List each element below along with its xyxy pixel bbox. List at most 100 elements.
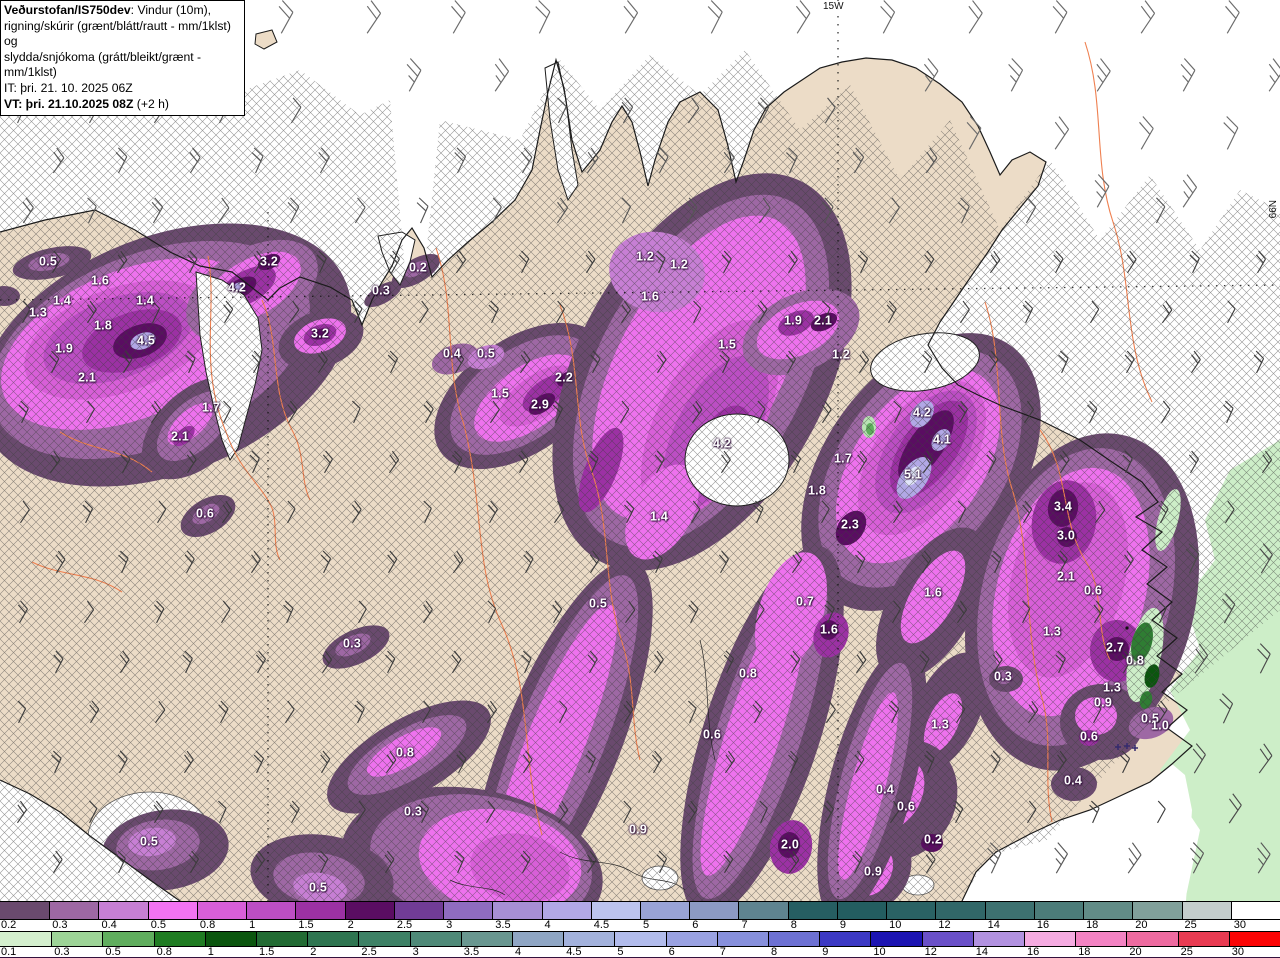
colorbar-tick-label: 30 bbox=[1233, 919, 1247, 931]
precip-value-label: 0.3 bbox=[404, 804, 422, 819]
precip-value-label: 1.3 bbox=[931, 717, 949, 732]
colorbar-tick-label: 18 bbox=[1078, 946, 1091, 958]
precip-value-label: 2.3 bbox=[841, 517, 859, 532]
legend-box: Veðurstofan/IS750dev: Vindur (10m), rign… bbox=[0, 0, 245, 117]
colorbar-segment bbox=[102, 932, 154, 946]
colorbar-segment bbox=[344, 902, 394, 919]
colorbar-segment bbox=[393, 902, 444, 919]
colorbar-tick-label: 0.5 bbox=[150, 919, 166, 931]
precip-value-label: 0.8 bbox=[739, 666, 757, 681]
precip-value-label: 2.2 bbox=[555, 370, 573, 385]
map-area: 0.5 1.6 1.4 1.3 1.4 1.8 1.9 4.5 2.1 4.2 3.2 3.2 1.7 2… bbox=[0, 0, 1280, 901]
precip-value-label: 1.7 bbox=[834, 451, 852, 466]
precip-value-label: 1.6 bbox=[91, 273, 109, 288]
colorbar-segment bbox=[1126, 932, 1178, 946]
legend-line-2: rigning/skúrir (grænt/blátt/rautt - mm/1… bbox=[4, 18, 231, 49]
rain-colorbar bbox=[0, 931, 1280, 946]
colorbar-tick-label: 0.3 bbox=[54, 946, 70, 958]
colorbar-legend: 0.2 0.3 0.4 0.5 0.8 1 1.5 2 2.5 3 3.5 4 4.5 5 6 7 8 9 10 12… bbox=[0, 901, 1280, 958]
colorbar-tick-label: 1.5 bbox=[259, 946, 275, 958]
colorbar-tick-label: 5 bbox=[617, 946, 624, 958]
colorbar-segment bbox=[738, 902, 788, 919]
sleet-snow-colorbar-labels: 0.2 0.3 0.4 0.5 0.8 1 1.5 2 2.5 3 3.5 4 4.5 5 6 7 8 9 10 12… bbox=[0, 919, 1280, 931]
colorbar-tick-label: 12 bbox=[938, 919, 951, 931]
colorbar-tick-label: 3.5 bbox=[463, 946, 480, 958]
precip-value-label: 5.1 bbox=[904, 467, 922, 482]
colorbar-segment bbox=[819, 932, 871, 946]
colorbar-segment bbox=[512, 932, 564, 946]
colorbar-segment bbox=[768, 932, 820, 946]
precip-value-label: 0.5 bbox=[140, 834, 158, 849]
precip-value-label: 1.9 bbox=[55, 341, 73, 356]
colorbar-tick-label: 0.8 bbox=[156, 946, 172, 958]
colorbar-segment bbox=[1075, 932, 1127, 946]
colorbar-tick-label: 0.8 bbox=[199, 919, 216, 931]
colorbar-tick-label: 8 bbox=[790, 919, 797, 931]
precip-value-label: 3.4 bbox=[1054, 499, 1072, 514]
precip-value-label: 1.5 bbox=[491, 386, 509, 401]
precip-value-label: 0.3 bbox=[372, 283, 390, 298]
precip-value-label: 1.8 bbox=[808, 483, 826, 498]
colorbar-segment bbox=[49, 902, 99, 919]
colorbar-segment bbox=[665, 932, 717, 946]
colorbar-segment bbox=[787, 902, 837, 919]
precip-value-label: 1.4 bbox=[650, 509, 668, 524]
precip-value-label: 3.2 bbox=[311, 326, 329, 341]
colorbar-segment bbox=[1230, 902, 1280, 919]
colorbar-tick-label: 12 bbox=[924, 946, 937, 958]
precip-value-label: 1.0 bbox=[1151, 718, 1169, 733]
precip-value-label: 0.4 bbox=[876, 782, 894, 797]
precip-value-label: 3.0 bbox=[1057, 528, 1075, 543]
colorbar-segment bbox=[358, 932, 410, 946]
precip-value-label: 0.3 bbox=[994, 669, 1012, 684]
precip-value-label: 1.5 bbox=[718, 337, 736, 352]
valid-time: VT: þri. 21.10.2025 08Z (+2 h) bbox=[4, 96, 169, 111]
colorbar-segment bbox=[0, 932, 52, 946]
colorbar-tick-label: 8 bbox=[771, 946, 778, 958]
precip-value-label: 0.2 bbox=[409, 260, 427, 275]
colorbar-tick-label: 0.5 bbox=[105, 946, 121, 958]
colorbar-segment bbox=[1083, 902, 1133, 919]
precip-value-label: 4.5 bbox=[137, 333, 155, 348]
colorbar-segment bbox=[935, 902, 985, 919]
colorbar-segment bbox=[492, 902, 542, 919]
colorbar-tick-label: 20 bbox=[1135, 919, 1148, 931]
precip-value-label: 2.9 bbox=[531, 397, 549, 412]
colorbar-tick-label: 2.5 bbox=[396, 919, 413, 931]
colorbar-segment bbox=[196, 902, 247, 919]
colorbar-segment bbox=[921, 932, 973, 946]
colorbar-tick-label: 2 bbox=[310, 946, 317, 958]
colorbar-tick-label: 30 bbox=[1231, 946, 1245, 958]
colorbar-segment bbox=[409, 932, 461, 946]
precip-value-label: 2.1 bbox=[814, 313, 832, 328]
meridian-label: 15W bbox=[822, 1, 845, 12]
colorbar-tick-label: 1 bbox=[207, 946, 214, 958]
colorbar-tick-label: 14 bbox=[975, 946, 989, 958]
colorbar-tick-label: 18 bbox=[1086, 919, 1099, 931]
colorbar-tick-label: 1 bbox=[249, 919, 256, 931]
colorbar-tick-label: 16 bbox=[1027, 946, 1040, 958]
precip-value-label: 0.8 bbox=[396, 745, 414, 760]
precip-value-label: 4.1 bbox=[933, 432, 951, 447]
precip-value-label: 3.2 bbox=[260, 254, 278, 269]
colorbar-segment bbox=[590, 902, 640, 919]
precip-value-label: 2.1 bbox=[171, 429, 189, 444]
precip-value-label: 1.4 bbox=[53, 293, 71, 308]
precip-value-label: 0.8 bbox=[1126, 653, 1144, 668]
precip-value-label: 0.4 bbox=[443, 346, 461, 361]
precip-value-label: 0.9 bbox=[629, 822, 647, 837]
colorbar-segment bbox=[972, 932, 1024, 946]
weather-map-page: 0.5 1.6 1.4 1.3 1.4 1.8 1.9 4.5 2.1 4.2 3.2 3.2 1.7 2… bbox=[0, 0, 1280, 958]
colorbar-tick-label: 10 bbox=[889, 919, 902, 931]
colorbar-tick-label: 0.1 bbox=[1, 946, 17, 958]
colorbar-tick-label: 25 bbox=[1184, 919, 1197, 931]
colorbar-segment bbox=[51, 932, 103, 946]
colorbar-segment bbox=[1181, 902, 1231, 919]
colorbar-segment bbox=[836, 902, 887, 919]
colorbar-tick-label: 2 bbox=[347, 919, 354, 931]
precip-value-label: 2.1 bbox=[78, 370, 96, 385]
colorbar-tick-label: 5 bbox=[643, 919, 650, 931]
colorbar-segment bbox=[984, 902, 1034, 919]
colorbar-segment bbox=[256, 932, 308, 946]
colorbar-segment bbox=[204, 932, 256, 946]
